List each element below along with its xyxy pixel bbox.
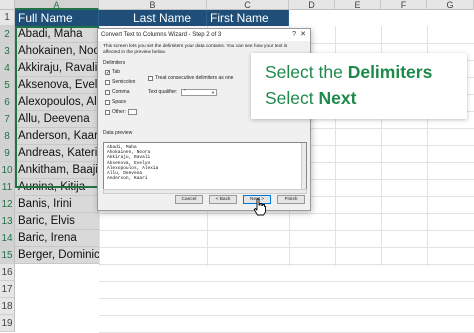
row-header[interactable]: 13 xyxy=(0,213,15,230)
row-header[interactable]: 16 xyxy=(0,264,15,281)
column-header-d[interactable]: D xyxy=(289,0,335,10)
column-header-e[interactable]: E xyxy=(335,0,381,10)
row-header[interactable]: 4 xyxy=(0,60,15,77)
column-header-a[interactable]: A xyxy=(15,0,99,10)
semicolon-checkbox[interactable] xyxy=(105,80,110,85)
row-header[interactable]: 19 xyxy=(0,315,15,332)
grid-line xyxy=(99,264,474,265)
dialog-title: Convert Text to Columns Wizard - Step 2 … xyxy=(98,29,310,41)
row-header[interactable]: 8 xyxy=(0,128,15,145)
delimiters-label: Delimiters xyxy=(103,60,126,66)
row-header[interactable]: 1 xyxy=(0,10,15,26)
other-checkbox[interactable] xyxy=(105,110,110,115)
space-label: Space xyxy=(112,99,127,105)
preview-vertical-scrollbar[interactable] xyxy=(301,143,306,189)
comma-label: Comma xyxy=(112,89,130,95)
cell-c1-first-name[interactable]: First Name xyxy=(207,10,289,26)
consecutive-delimiters-label: Treat consecutive delimiters as one xyxy=(155,75,234,81)
column-header-c[interactable]: C xyxy=(207,0,289,10)
space-checkbox[interactable] xyxy=(105,100,110,105)
close-icon[interactable]: ✕ xyxy=(300,29,306,41)
text-qualifier-label: Text qualifier: xyxy=(148,89,178,95)
grid-line xyxy=(99,247,474,248)
name-cell[interactable]: Aksenova, Evelyn xyxy=(15,77,99,94)
name-cell[interactable]: Baric, Irena xyxy=(15,230,99,247)
row-header[interactable]: 6 xyxy=(0,94,15,111)
cancel-button[interactable]: Cancel xyxy=(175,195,203,204)
tab-checkbox[interactable]: ✓ xyxy=(105,70,110,76)
data-preview[interactable]: Abadi, Maha Ahokainen, Noora Akkiraju, Rav… xyxy=(103,142,307,190)
row-header[interactable]: 5 xyxy=(0,77,15,94)
name-cell[interactable]: Ankitham, Baaji xyxy=(15,162,99,179)
name-cell[interactable]: Baric, Elvis xyxy=(15,213,99,230)
row-header[interactable]: 9 xyxy=(0,145,15,162)
comma-checkbox[interactable] xyxy=(105,90,110,95)
help-button[interactable]: ? xyxy=(292,29,296,41)
name-cell[interactable]: Abadi, Maha xyxy=(15,26,99,43)
name-cell[interactable]: Aunina, Kitija xyxy=(15,179,99,196)
name-cell[interactable]: Andreas, Katerina xyxy=(15,145,99,162)
name-cell[interactable]: Berger, Dominic xyxy=(15,247,99,264)
tab-label: Tab xyxy=(112,69,121,75)
data-preview-label: Data preview xyxy=(103,130,133,136)
row-header[interactable]: 12 xyxy=(0,196,15,213)
column-header-g[interactable]: G xyxy=(427,0,474,10)
name-cell[interactable]: Akkiraju, Ravali xyxy=(15,60,99,77)
grid-line xyxy=(99,230,474,231)
name-cell[interactable]: Banis, Irini xyxy=(15,196,99,213)
cell-a1-full-name[interactable]: Full Name xyxy=(15,10,99,26)
row-header[interactable]: 14 xyxy=(0,230,15,247)
row-header[interactable]: 17 xyxy=(0,281,15,298)
column-header-b[interactable]: B xyxy=(99,0,207,10)
text-qualifier-select[interactable]: " ▼ xyxy=(181,89,217,96)
select-all-corner[interactable] xyxy=(0,0,15,10)
preview-line: Anderson, Kaari xyxy=(107,176,148,182)
name-cell[interactable]: Ahokainen, Noora xyxy=(15,43,99,60)
grid-line xyxy=(99,281,474,282)
other-label: Other: xyxy=(112,109,126,115)
finish-button[interactable]: Finish xyxy=(277,195,305,204)
name-cell[interactable]: Alexopoulos, Alexia xyxy=(15,94,99,111)
name-cell[interactable]: Anderson, Kaari xyxy=(15,128,99,145)
grid-line xyxy=(99,298,474,299)
row-header[interactable]: 10 xyxy=(0,162,15,179)
callout-line-1: Select the Delimiters xyxy=(265,62,433,82)
callout-line-2: Select Next xyxy=(265,88,357,108)
back-button[interactable]: < Back xyxy=(209,195,237,204)
row-header[interactable]: 11 xyxy=(0,179,15,196)
grid-line xyxy=(99,213,474,214)
grid-line xyxy=(99,315,474,316)
row-header[interactable]: 3 xyxy=(0,43,15,60)
preview-horizontal-scrollbar[interactable] xyxy=(103,189,307,194)
row-header[interactable]: 2 xyxy=(0,26,15,43)
chevron-down-icon: ▼ xyxy=(211,90,215,95)
name-cell[interactable]: Allu, Deevena xyxy=(15,111,99,128)
semicolon-label: Semicolon xyxy=(112,79,136,85)
column-header-f[interactable]: F xyxy=(381,0,427,10)
hand-cursor-icon xyxy=(253,198,266,216)
instruction-callout: Select the Delimiters Select Next xyxy=(251,53,467,119)
row-header[interactable]: 15 xyxy=(0,247,15,264)
cell-b1-last-name[interactable]: Last Name xyxy=(99,10,207,26)
other-delimiter-input[interactable] xyxy=(128,109,137,115)
consecutive-delimiters-checkbox[interactable] xyxy=(148,76,153,81)
row-header[interactable]: 18 xyxy=(0,298,15,315)
row-header[interactable]: 7 xyxy=(0,111,15,128)
